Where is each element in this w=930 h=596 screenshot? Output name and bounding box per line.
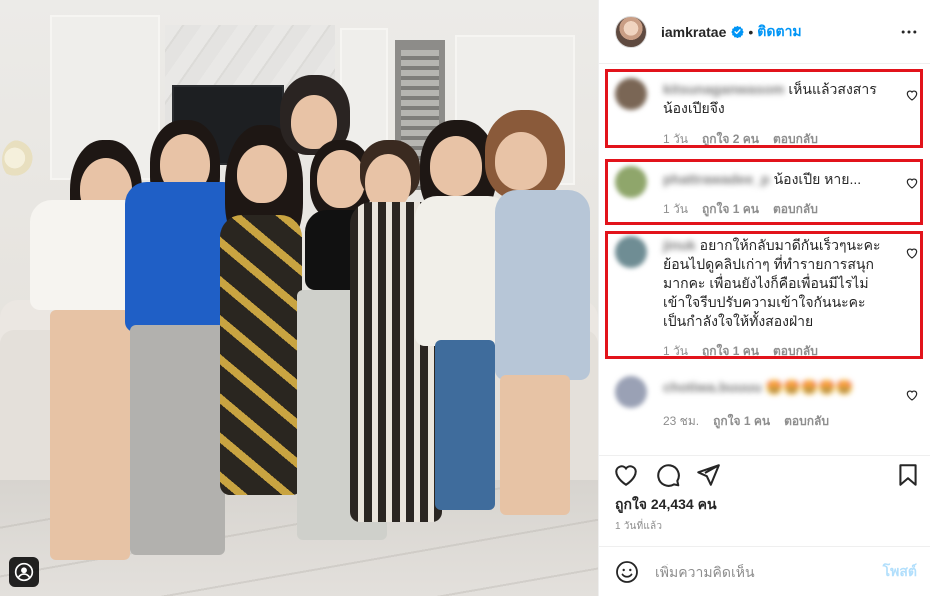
comment-time: 1 วัน [663, 344, 688, 358]
reply-button[interactable]: ตอบกลับ [784, 412, 829, 431]
likes-count[interactable]: ถูกใจ 24,434 คน [615, 494, 717, 516]
person-8 [480, 110, 595, 530]
post-photo[interactable] [0, 0, 598, 596]
comment-item: phattrawadee_p น้องเปีย หาย... 1 วัน ถูกใ… [615, 166, 918, 219]
comment-like-icon[interactable] [905, 246, 919, 260]
post-header: iamkratae • ติดตาม [599, 0, 930, 64]
add-comment-bar: โพสต์ [599, 546, 930, 596]
heart-icon[interactable] [613, 462, 639, 488]
commenter-username[interactable]: kitsunaganwasom [663, 80, 784, 99]
reply-button[interactable]: ตอบกลับ [773, 200, 818, 219]
tagged-users-button[interactable] [9, 557, 39, 587]
comment-like-icon[interactable] [905, 88, 919, 102]
commenter-username[interactable]: phattrawadee_p [663, 170, 770, 189]
post-side-panel: iamkratae • ติดตาม kitsunaganwasom เห็นแล… [598, 0, 930, 596]
comment-like-icon[interactable] [905, 388, 919, 402]
commenter-username[interactable]: jinuk [663, 236, 696, 255]
comment-likes[interactable]: ถูกใจ 1 คน [702, 342, 759, 361]
comment-text: 🤩🤩🤩🤩🤩 [765, 379, 853, 395]
post-timestamp: 1 วันที่แล้ว [615, 521, 663, 532]
commenter-avatar[interactable] [615, 78, 647, 110]
comment-meta: 23 ชม. ถูกใจ 1 คน ตอบกลับ [663, 412, 829, 431]
comment-item: jinuk อยากให้กลับมาดีกันเร็วๆนะคะ ย้อนไปด… [615, 236, 918, 361]
commenter-avatar[interactable] [615, 376, 647, 408]
comment-likes[interactable]: ถูกใจ 1 คน [702, 200, 759, 219]
separator-dot: • [748, 23, 754, 40]
reply-button[interactable]: ตอบกลับ [773, 342, 818, 361]
comment-time: 1 วัน [663, 202, 688, 216]
username-link[interactable]: iamkratae [661, 24, 726, 40]
comment-meta: 1 วัน ถูกใจ 1 คน ตอบกลับ [663, 342, 818, 361]
post-comment-button[interactable]: โพสต์ [883, 561, 917, 583]
commenter-avatar[interactable] [615, 166, 647, 198]
commenter-avatar[interactable] [615, 236, 647, 268]
follow-button[interactable]: ติดตาม [757, 21, 801, 43]
comment-likes[interactable]: ถูกใจ 2 คน [702, 130, 759, 149]
verified-badge-icon [731, 25, 745, 38]
comment-item: chotiwa.buuuu 🤩🤩🤩🤩🤩 23 ชม. ถูกใจ 1 คน ตอบ… [615, 376, 918, 432]
comment-likes[interactable]: ถูกใจ 1 คน [713, 412, 770, 431]
user-tag-icon [14, 562, 34, 582]
comment-icon[interactable] [655, 462, 681, 488]
bookmark-icon[interactable] [895, 462, 921, 488]
send-icon[interactable] [695, 462, 721, 488]
comment-input[interactable] [655, 563, 865, 580]
comment-meta: 1 วัน ถูกใจ 1 คน ตอบกลับ [663, 200, 818, 219]
avatar[interactable] [615, 15, 647, 48]
smiley-icon[interactable] [615, 560, 639, 584]
reply-button[interactable]: ตอบกลับ [773, 130, 818, 149]
comment-time: 1 วัน [663, 132, 688, 146]
comment-time: 23 ชม. [663, 414, 700, 428]
comment-item: kitsunaganwasom เห็นแล้วสงสาร น้องเปียจึง… [615, 78, 918, 149]
commenter-username[interactable]: chotiwa.buuuu [663, 378, 762, 397]
more-options-button[interactable] [899, 22, 919, 42]
comment-like-icon[interactable] [905, 176, 919, 190]
post-action-bar [599, 455, 930, 495]
comment-text: น้องเปีย หาย... [773, 171, 862, 187]
comment-meta: 1 วัน ถูกใจ 2 คน ตอบกลับ [663, 130, 818, 149]
more-horizontal-icon [901, 30, 917, 34]
